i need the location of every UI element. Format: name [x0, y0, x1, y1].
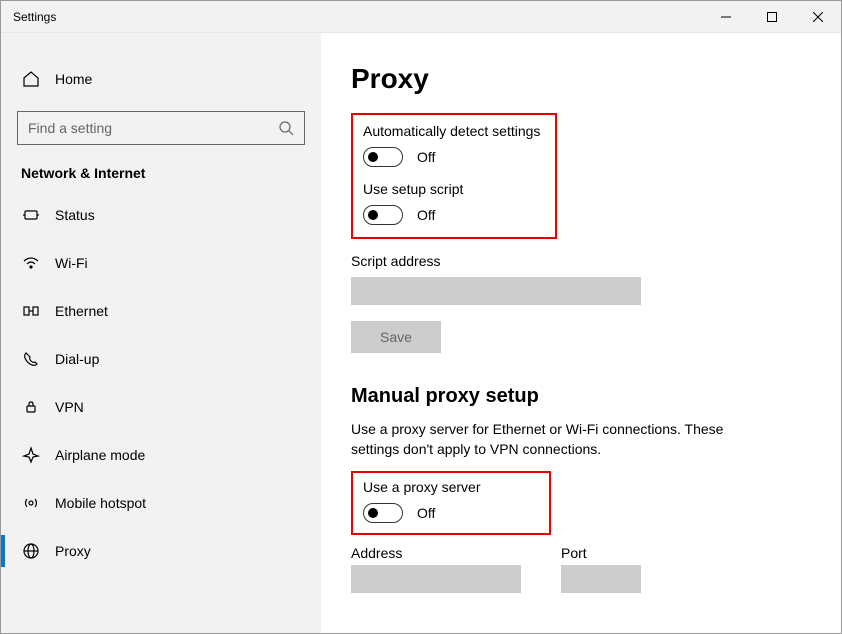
manual-section-title: Manual proxy setup	[351, 385, 811, 408]
script-address-label: Script address	[351, 253, 811, 269]
content: Proxy Automatically detect settings Off …	[321, 33, 841, 633]
sidebar-item-label: Mobile hotspot	[55, 495, 146, 511]
use-proxy-label: Use a proxy server	[363, 479, 539, 495]
use-proxy-state: Off	[417, 505, 435, 521]
sidebar-item-status[interactable]: Status	[1, 191, 321, 239]
dialup-icon	[21, 349, 41, 369]
airplane-icon	[21, 445, 41, 465]
hotspot-icon	[21, 493, 41, 513]
maximize-button[interactable]	[749, 1, 795, 33]
minimize-icon	[721, 12, 731, 22]
ethernet-icon	[21, 301, 41, 321]
sidebar-item-wifi[interactable]: Wi-Fi	[1, 239, 321, 287]
address-label: Address	[351, 545, 521, 561]
search-icon	[278, 120, 296, 138]
sidebar-item-label: Proxy	[55, 543, 91, 559]
auto-detect-state: Off	[417, 149, 435, 165]
sidebar-item-label: Status	[55, 207, 95, 223]
minimize-button[interactable]	[703, 1, 749, 33]
sidebar-item-label: Airplane mode	[55, 447, 145, 463]
sidebar-item-vpn[interactable]: VPN	[1, 383, 321, 431]
sidebar-item-ethernet[interactable]: Ethernet	[1, 287, 321, 335]
sidebar-item-label: Dial-up	[55, 351, 99, 367]
proxy-icon	[21, 541, 41, 561]
sidebar: Home Network & Internet Status Wi-Fi	[1, 33, 321, 633]
home-link[interactable]: Home	[1, 57, 321, 101]
page-title: Proxy	[351, 63, 811, 95]
sidebar-item-airplane[interactable]: Airplane mode	[1, 431, 321, 479]
group-header: Network & Internet	[1, 145, 321, 191]
search-box[interactable]	[17, 111, 305, 145]
script-address-input[interactable]	[351, 277, 641, 305]
highlight-auto-section: Automatically detect settings Off Use se…	[351, 113, 557, 239]
setup-script-label: Use setup script	[363, 181, 545, 197]
home-icon	[21, 69, 41, 89]
address-input[interactable]	[351, 565, 521, 593]
sidebar-item-label: Ethernet	[55, 303, 108, 319]
setup-script-toggle[interactable]	[363, 205, 403, 225]
port-input[interactable]	[561, 565, 641, 593]
close-button[interactable]	[795, 1, 841, 33]
close-icon	[813, 12, 823, 22]
port-label: Port	[561, 545, 641, 561]
use-proxy-toggle[interactable]	[363, 503, 403, 523]
wifi-icon	[21, 253, 41, 273]
sidebar-item-hotspot[interactable]: Mobile hotspot	[1, 479, 321, 527]
manual-description: Use a proxy server for Ethernet or Wi-Fi…	[351, 420, 771, 459]
window-title: Settings	[1, 10, 56, 24]
search-input[interactable]	[18, 112, 304, 144]
sidebar-item-dialup[interactable]: Dial-up	[1, 335, 321, 383]
maximize-icon	[767, 12, 777, 22]
auto-detect-label: Automatically detect settings	[363, 123, 545, 139]
save-button[interactable]: Save	[351, 321, 441, 353]
sidebar-item-proxy[interactable]: Proxy	[1, 527, 321, 575]
titlebar: Settings	[1, 1, 841, 33]
sidebar-item-label: Wi-Fi	[55, 255, 88, 271]
auto-detect-toggle[interactable]	[363, 147, 403, 167]
sidebar-item-label: VPN	[55, 399, 84, 415]
vpn-icon	[21, 397, 41, 417]
setup-script-state: Off	[417, 207, 435, 223]
home-label: Home	[55, 71, 92, 87]
highlight-proxy-section: Use a proxy server Off	[351, 471, 551, 535]
status-icon	[21, 205, 41, 225]
